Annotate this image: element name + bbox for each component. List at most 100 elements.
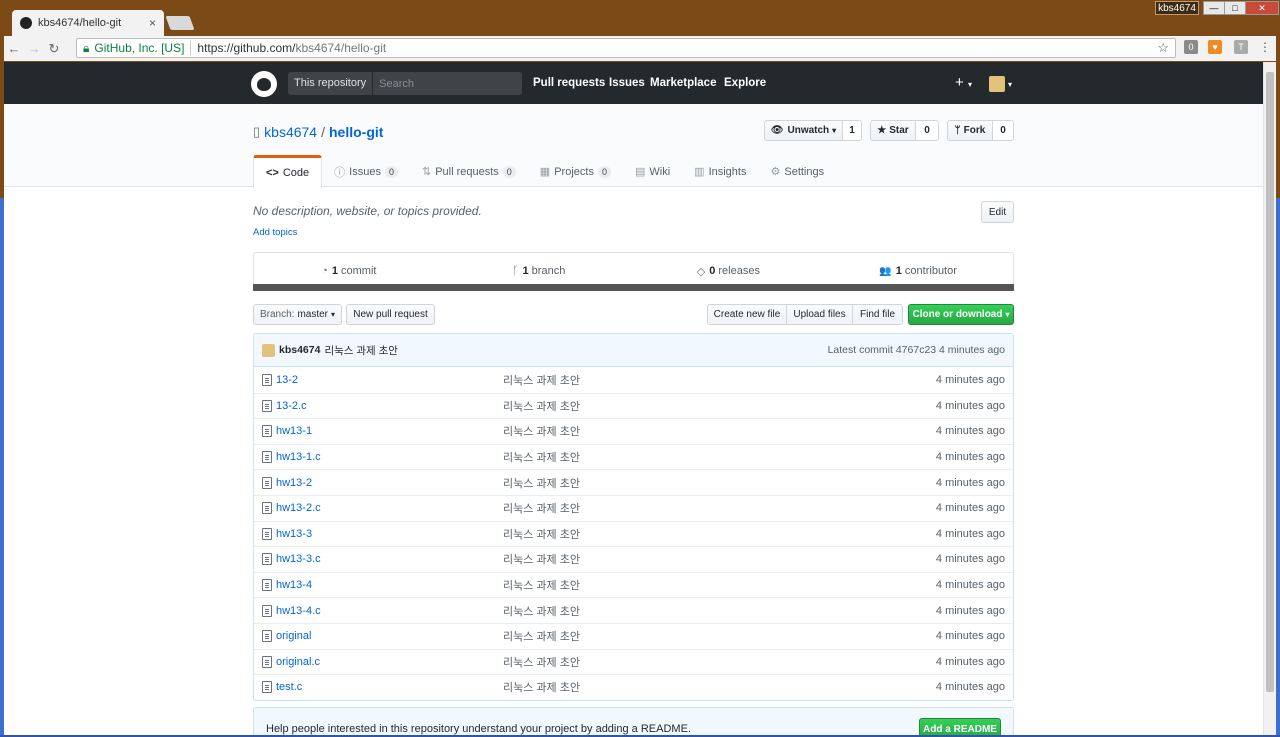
commit-message-link[interactable]: 리눅스 과제 초안 — [324, 343, 397, 358]
file-row[interactable]: hw13-1 리눅스 과제 초안 4 minutes ago — [254, 418, 1013, 444]
tab-settings[interactable]: ⚙ Settings — [758, 155, 836, 188]
commit-message-link[interactable]: 리눅스 과제 초안 — [503, 372, 936, 388]
file-row[interactable]: original 리눅스 과제 초안 4 minutes ago — [254, 622, 1013, 649]
file-name-link[interactable]: hw13-2.c — [276, 502, 503, 514]
nav-marketplace[interactable]: Marketplace — [650, 77, 716, 89]
scrollbar[interactable] — [1263, 62, 1276, 737]
file-name-link[interactable]: original — [276, 630, 503, 642]
tab-issues[interactable]: ⓘ Issues 0 — [322, 155, 410, 188]
file-row[interactable]: hw13-4.c 리눅스 과제 초안 4 minutes ago — [254, 597, 1013, 623]
watch-count[interactable]: 1 — [843, 120, 862, 141]
repo-owner-link[interactable]: kbs4674 — [264, 124, 317, 140]
file-name-link[interactable]: hw13-4.c — [276, 605, 503, 617]
scrollbar-thumb[interactable] — [1266, 72, 1274, 692]
commit-message-link[interactable]: 리눅스 과제 초안 — [503, 449, 936, 465]
file-name-link[interactable]: hw13-2 — [276, 477, 503, 489]
language-bar[interactable] — [253, 284, 1014, 291]
back-button[interactable]: ← — [4, 41, 24, 56]
commit-message-link[interactable]: 리눅스 과제 초안 — [503, 398, 936, 414]
create-new-file-button[interactable]: Create new file — [707, 304, 787, 325]
forward-button[interactable]: → — [24, 41, 44, 56]
file-name-link[interactable]: hw13-3 — [276, 528, 503, 540]
commit-message-link[interactable]: 리눅스 과제 초안 — [503, 679, 936, 695]
file-row[interactable]: 13-2 리눅스 과제 초안 4 minutes ago — [254, 367, 1013, 393]
commit-message-link[interactable]: 리눅스 과제 초안 — [503, 603, 936, 619]
branch-select-button[interactable]: Branch: master ▾ — [253, 304, 342, 325]
file-name-link[interactable]: 13-2.c — [276, 400, 503, 412]
search-box[interactable]: This repository Search — [288, 72, 522, 95]
tab-projects[interactable]: ▦ Projects 0 — [528, 155, 623, 188]
maximize-button[interactable]: □ — [1224, 1, 1246, 15]
create-new-icon[interactable]: + ▾ — [955, 74, 972, 91]
add-topics-link[interactable]: Add topics — [253, 227, 297, 238]
tab-close-icon[interactable]: × — [149, 16, 156, 30]
file-name-link[interactable]: original.c — [276, 656, 503, 668]
file-row[interactable]: original.c 리눅스 과제 초안 4 minutes ago — [254, 648, 1013, 675]
star-count[interactable]: 0 — [916, 120, 939, 141]
extension-counter-icon[interactable]: 0 — [1184, 40, 1198, 54]
commit-author-link[interactable]: kbs4674 — [279, 344, 320, 356]
repo-name-link[interactable]: hello-git — [329, 124, 383, 140]
commit-message-link[interactable]: 리눅스 과제 초안 — [503, 475, 936, 491]
clone-or-download-button[interactable]: Clone or download ▾ — [908, 304, 1014, 325]
label: commit — [341, 265, 377, 277]
edit-button[interactable]: Edit — [981, 201, 1014, 223]
file-row[interactable]: 13-2.c 리눅스 과제 초안 4 minutes ago — [254, 392, 1013, 419]
file-name-link[interactable]: hw13-1 — [276, 425, 503, 437]
file-row[interactable]: hw13-2.c 리눅스 과제 초안 4 minutes ago — [254, 494, 1013, 521]
new-tab-button[interactable] — [165, 16, 195, 30]
file-row[interactable]: test.c 리눅스 과제 초안 4 minutes ago — [254, 674, 1013, 700]
file-name-link[interactable]: 13-2 — [276, 374, 503, 386]
star-button[interactable]: ★ Star — [870, 120, 916, 141]
author-avatar[interactable] — [262, 343, 275, 357]
file-name-link[interactable]: test.c — [276, 681, 503, 693]
file-name-link[interactable]: hw13-3.c — [276, 553, 503, 565]
tab-label: Wiki — [649, 165, 671, 178]
commit-message-link[interactable]: 리눅스 과제 초안 — [503, 551, 936, 567]
file-name-link[interactable]: hw13-1.c — [276, 451, 503, 463]
commit-message-link[interactable]: 리눅스 과제 초안 — [503, 577, 936, 593]
file-row[interactable]: hw13-4 리눅스 과제 초안 4 minutes ago — [254, 571, 1013, 598]
browser-menu-icon[interactable]: ⋮ — [1258, 40, 1272, 54]
file-row[interactable]: hw13-3 리눅스 과제 초안 4 minutes ago — [254, 520, 1013, 547]
commit-message-link[interactable]: 리눅스 과제 초안 — [503, 628, 936, 644]
search-input[interactable]: Search — [373, 78, 414, 90]
address-bar[interactable]: 🔒︎ GitHub, Inc. [US] https://github.com/… — [76, 38, 1176, 58]
find-file-button[interactable]: Find file — [852, 304, 903, 325]
nav-issues[interactable]: Issues — [609, 77, 645, 89]
file-row[interactable]: hw13-2 리눅스 과제 초안 4 minutes ago — [254, 469, 1013, 495]
commit-age: 4 minutes ago — [935, 476, 1005, 489]
nav-pull-requests[interactable]: Pull requests — [533, 77, 605, 89]
browser-profile-chip[interactable]: kbs4674 — [1155, 1, 1199, 15]
tab-wiki[interactable]: ▤ Wiki — [623, 155, 682, 188]
tab-pull-requests[interactable]: ⇅ Pull requests 0 — [410, 155, 528, 188]
extension-t-icon[interactable]: T — [1234, 40, 1248, 54]
github-logo-icon[interactable] — [251, 71, 277, 97]
commit-age: 4 minutes ago — [935, 502, 1005, 515]
fork-button[interactable]: ᛘ Fork — [947, 120, 993, 141]
tab-code[interactable]: <> Code — [253, 155, 323, 188]
file-row[interactable]: hw13-3.c 리눅스 과제 초안 4 minutes ago — [254, 546, 1013, 572]
chevron-down-icon[interactable]: ▾ — [1008, 80, 1012, 89]
reload-button[interactable]: ↻ — [44, 41, 64, 57]
file-name-link[interactable]: hw13-4 — [276, 579, 503, 591]
tab-insights[interactable]: ▥ Insights — [682, 155, 758, 188]
commit-message-link[interactable]: 리눅스 과제 초안 — [503, 500, 936, 516]
file-icon — [262, 681, 272, 694]
unwatch-button[interactable]: 👁︎ Unwatch ▾ — [764, 120, 843, 141]
nav-explore[interactable]: Explore — [724, 77, 766, 89]
commit-message-link[interactable]: 리눅스 과제 초안 — [503, 526, 936, 542]
file-row[interactable]: hw13-1.c 리눅스 과제 초안 4 minutes ago — [254, 443, 1013, 470]
minimize-button[interactable]: — — [1203, 1, 1225, 15]
commit-message-link[interactable]: 리눅스 과제 초안 — [503, 423, 936, 439]
new-pull-request-button[interactable]: New pull request — [346, 304, 435, 325]
bookmark-star-icon[interactable]: ☆ — [1157, 40, 1169, 56]
browser-tab[interactable]: kbs4674/hello-git × — [12, 10, 164, 36]
upload-files-button[interactable]: Upload files — [786, 304, 853, 325]
close-window-button[interactable]: ✕ — [1245, 1, 1279, 15]
user-avatar[interactable] — [989, 76, 1005, 92]
latest-commit-info[interactable]: Latest commit 4767c23 4 minutes ago — [828, 344, 1005, 356]
extension-heart-icon[interactable]: ♥ — [1208, 40, 1222, 54]
commit-message-link[interactable]: 리눅스 과제 초안 — [503, 654, 936, 670]
fork-count[interactable]: 0 — [993, 120, 1014, 141]
